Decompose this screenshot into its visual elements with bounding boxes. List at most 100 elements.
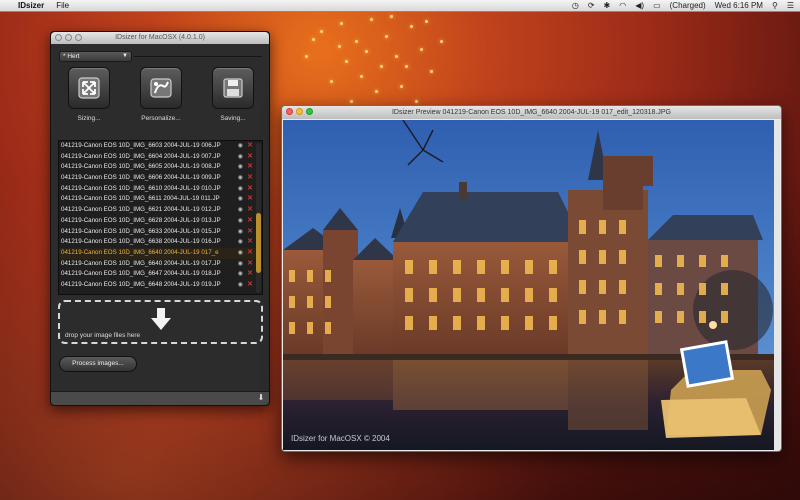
remove-file-icon[interactable]: ✕ xyxy=(247,184,253,195)
preview-scrollbar[interactable] xyxy=(774,120,780,450)
building-window xyxy=(579,220,586,234)
preview-eye-icon[interactable]: ◉ xyxy=(238,173,243,184)
sizing-tool: Sizing... xyxy=(65,67,113,122)
resize-icon xyxy=(78,77,100,99)
building-window xyxy=(579,310,586,324)
remove-file-icon[interactable]: ✕ xyxy=(247,280,253,291)
sparkle xyxy=(420,48,423,51)
remove-file-icon[interactable]: ✕ xyxy=(247,237,253,248)
building-window xyxy=(525,316,533,330)
preview-eye-icon[interactable]: ◉ xyxy=(238,194,243,205)
sync-icon[interactable]: ⟳ xyxy=(588,0,595,12)
process-images-button[interactable]: Process images... xyxy=(59,356,137,372)
remove-file-icon[interactable]: ✕ xyxy=(247,141,253,152)
spotlight-icon[interactable]: ⚲ xyxy=(772,0,778,12)
preview-eye-icon[interactable]: ◉ xyxy=(238,237,243,248)
time-machine-icon[interactable]: ◷ xyxy=(572,0,579,12)
wifi-icon[interactable]: ◠ xyxy=(619,0,626,12)
main-window-footer: ⬇ xyxy=(51,391,269,405)
remove-file-icon[interactable]: ✕ xyxy=(247,205,253,216)
menu-file[interactable]: File xyxy=(56,1,69,10)
notification-center-icon[interactable]: ☰ xyxy=(787,0,794,12)
battery-status: (Charged) xyxy=(669,0,706,10)
zoom-button[interactable] xyxy=(75,34,82,41)
profile-select[interactable]: * Hert ▼ xyxy=(59,51,132,62)
preview-eye-icon[interactable]: ◉ xyxy=(238,216,243,227)
file-name: 041219-Canon EOS 10D_IMG_6603 2004-JUL-1… xyxy=(61,142,221,149)
file-list-item[interactable]: 041219-Canon EOS 10D_IMG_6640 2004-JUL-1… xyxy=(59,247,256,259)
file-list[interactable]: 041219-Canon EOS 10D_IMG_6603 2004-JUL-1… xyxy=(58,140,263,295)
file-list-item[interactable]: 041219-Canon EOS 10D_IMG_6638 2004-JUL-1… xyxy=(59,237,256,248)
building-window xyxy=(289,322,295,334)
preview-zoom-button[interactable] xyxy=(306,108,313,115)
building-window xyxy=(307,270,313,282)
file-list-item[interactable]: 041219-Canon EOS 10D_IMG_6621 2004-JUL-1… xyxy=(59,205,256,216)
preview-eye-icon[interactable]: ◉ xyxy=(238,152,243,163)
preview-eye-icon[interactable]: ◉ xyxy=(238,259,243,270)
building-window xyxy=(307,296,313,308)
remove-file-icon[interactable]: ✕ xyxy=(247,269,253,280)
preview-eye-icon[interactable]: ◉ xyxy=(238,227,243,238)
sparkle xyxy=(415,100,418,103)
minimize-button[interactable] xyxy=(65,34,72,41)
building-window xyxy=(677,283,684,295)
remove-file-icon[interactable]: ✕ xyxy=(247,227,253,238)
preview-eye-icon[interactable]: ◉ xyxy=(238,280,243,291)
sparkle xyxy=(312,38,315,41)
volume-icon[interactable]: ◀) xyxy=(635,0,644,12)
bluetooth-icon[interactable]: ✱ xyxy=(604,0,611,12)
preview-eye-icon[interactable]: ◉ xyxy=(238,184,243,195)
preview-window-titlebar[interactable]: IDsizer Preview 041219-Canon EOS 10D_IMG… xyxy=(282,106,781,119)
file-name: 041219-Canon EOS 10D_IMG_6610 2004-JUL-1… xyxy=(61,184,221,192)
file-name: 041219-Canon EOS 10D_IMG_6648 2004-JUL-1… xyxy=(61,280,221,288)
dropzone[interactable]: drop your image files here xyxy=(58,300,263,344)
sparkle xyxy=(410,25,413,28)
remove-file-icon[interactable]: ✕ xyxy=(247,152,253,163)
building-window xyxy=(721,311,728,323)
remove-file-icon[interactable]: ✕ xyxy=(247,259,253,270)
remove-file-icon[interactable]: ✕ xyxy=(247,216,253,227)
building-window xyxy=(525,288,533,302)
close-button[interactable] xyxy=(55,34,62,41)
saving-button[interactable] xyxy=(212,67,254,109)
preview-eye-icon[interactable]: ◉ xyxy=(238,141,243,152)
preview-eye-icon[interactable]: ◉ xyxy=(238,248,243,259)
file-list-item[interactable]: 041219-Canon EOS 10D_IMG_6647 2004-JUL-1… xyxy=(59,269,256,280)
battery-icon[interactable]: ▭ xyxy=(653,0,661,12)
download-icon[interactable]: ⬇ xyxy=(256,393,266,403)
remove-file-icon[interactable]: ✕ xyxy=(247,173,253,184)
preview-watermark: IDsizer for MacOSX © 2004 xyxy=(291,434,390,443)
menu-app-name[interactable]: IDsizer xyxy=(18,1,44,10)
remove-file-icon[interactable]: ✕ xyxy=(247,248,253,259)
file-list-scrollbar[interactable] xyxy=(256,143,261,293)
file-name: 041219-Canon EOS 10D_IMG_6621 2004-JUL-1… xyxy=(61,206,221,214)
preview-eye-icon[interactable]: ◉ xyxy=(238,205,243,216)
building-window xyxy=(501,288,509,302)
file-list-item[interactable]: 041219-Canon EOS 10D_IMG_6605 2004-JUL-1… xyxy=(59,162,256,173)
remove-file-icon[interactable]: ✕ xyxy=(247,162,253,173)
remove-file-icon[interactable]: ✕ xyxy=(247,194,253,205)
main-window-titlebar[interactable]: IDsizer for MacOSX (4.0.1.0) xyxy=(51,32,269,44)
preview-minimize-button[interactable] xyxy=(296,108,303,115)
file-list-scroll-thumb[interactable] xyxy=(256,213,261,273)
sizing-button[interactable] xyxy=(68,67,110,109)
personalize-button[interactable] xyxy=(140,67,182,109)
file-list-item[interactable]: 041219-Canon EOS 10D_IMG_6603 2004-JUL-1… xyxy=(59,141,256,152)
file-list-item[interactable]: 041219-Canon EOS 10D_IMG_6648 2004-JUL-1… xyxy=(59,280,256,291)
file-list-item[interactable]: 041219-Canon EOS 10D_IMG_6628 2004-JUL-1… xyxy=(59,216,256,227)
preview-eye-icon[interactable]: ◉ xyxy=(238,269,243,280)
file-list-item[interactable]: 041219-Canon EOS 10D_IMG_6640 2004-JUL-1… xyxy=(59,259,256,270)
sparkle xyxy=(405,65,408,68)
file-list-item[interactable]: 041219-Canon EOS 10D_IMG_6611 2004-JUL-1… xyxy=(59,194,256,205)
file-list-item[interactable]: 041219-Canon EOS 10D_IMG_6606 2004-JUL-1… xyxy=(59,173,256,184)
chevron-down-icon: ▼ xyxy=(122,53,128,59)
file-list-item[interactable]: 041219-Canon EOS 10D_IMG_6610 2004-JUL-1… xyxy=(59,184,256,195)
preview-close-button[interactable] xyxy=(286,108,293,115)
file-list-item[interactable]: 041219-Canon EOS 10D_IMG_6604 2004-JUL-1… xyxy=(59,152,256,163)
preview-eye-icon[interactable]: ◉ xyxy=(238,162,243,173)
file-list-item[interactable]: 041219-Canon EOS 10D_IMG_6633 2004-JUL-1… xyxy=(59,227,256,238)
clock[interactable]: Wed 6:16 PM xyxy=(715,0,763,12)
building-window xyxy=(655,311,662,323)
file-name: 041219-Canon EOS 10D_IMG_6638 2004-JUL-1… xyxy=(61,238,221,246)
building-window xyxy=(699,283,706,295)
